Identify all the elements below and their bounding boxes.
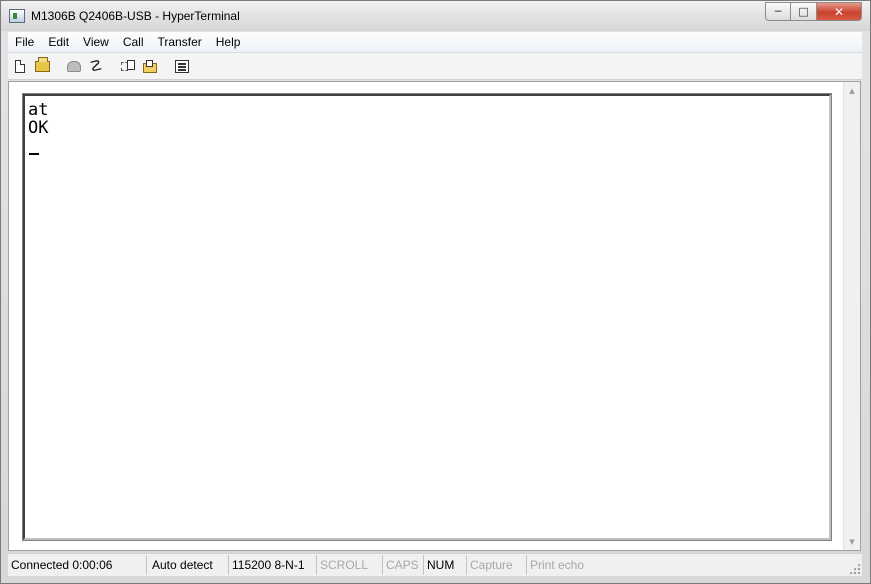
new-connection-button[interactable] [11,57,29,75]
status-num: NUM [424,555,467,575]
menu-view[interactable]: View [76,32,116,52]
menu-file[interactable]: File [8,32,41,52]
menu-help[interactable]: Help [209,32,248,52]
maximize-icon: □ [798,5,809,18]
disconnect-button[interactable]: ☡ [87,57,105,75]
properties-icon [175,59,189,73]
terminal-output: at OK [28,101,48,137]
resize-grip[interactable] [849,563,860,574]
status-detect: Auto detect [147,555,229,575]
status-port-settings: 115200 8-N-1 [229,555,317,575]
minimize-button[interactable]: ─ [765,2,791,21]
menu-transfer[interactable]: Transfer [151,32,209,52]
terminal-screen[interactable]: at OK [22,93,832,541]
client-area: at OK ▲ ▼ [8,81,861,551]
new-document-icon [15,59,25,73]
minimize-icon: ─ [774,5,782,18]
close-icon: ✕ [833,4,845,19]
vertical-scrollbar[interactable]: ▲ ▼ [843,82,860,550]
disconnect-icon: ☡ [89,57,103,75]
terminal-cursor [29,153,39,155]
send-file-icon [121,60,135,72]
receive-button[interactable] [141,57,159,75]
status-caps: CAPS [383,555,424,575]
properties-button[interactable] [173,57,191,75]
terminal-line: OK [28,118,49,138]
close-button[interactable]: ✕ [817,2,862,21]
open-button[interactable] [33,56,51,75]
status-bar: Connected 0:00:06 Auto detect 115200 8-N… [8,553,862,576]
menu-call[interactable]: Call [116,32,151,52]
menu-edit[interactable]: Edit [41,32,76,52]
window-title: M1306B Q2406B-USB - HyperTerminal [31,9,240,23]
call-button[interactable] [65,57,83,75]
open-folder-icon [34,56,50,72]
scroll-down-arrow[interactable]: ▼ [844,533,860,550]
arrow-down-icon: ▼ [849,537,855,546]
status-print-echo: Print echo [530,558,585,572]
app-icon[interactable] [9,9,25,23]
send-button[interactable] [119,57,137,75]
receive-file-icon [142,59,158,73]
status-scroll: SCROLL [317,555,383,575]
terminal-line: at [28,100,49,120]
menu-bar: File Edit View Call Transfer Help [8,32,862,53]
maximize-button[interactable]: □ [791,2,817,21]
status-capture: Capture [467,555,527,575]
caption-buttons: ─ □ ✕ [765,2,862,21]
title-bar[interactable]: M1306B Q2406B-USB - HyperTerminal ─ □ ✕ [1,1,870,31]
scroll-up-arrow[interactable]: ▲ [844,82,860,99]
toolbar: ☡ [8,53,862,80]
arrow-up-icon: ▲ [849,86,855,95]
hyperterminal-window: M1306B Q2406B-USB - HyperTerminal ─ □ ✕ … [0,0,871,584]
call-phone-icon [67,60,81,72]
status-connected: Connected 0:00:06 [8,555,147,575]
